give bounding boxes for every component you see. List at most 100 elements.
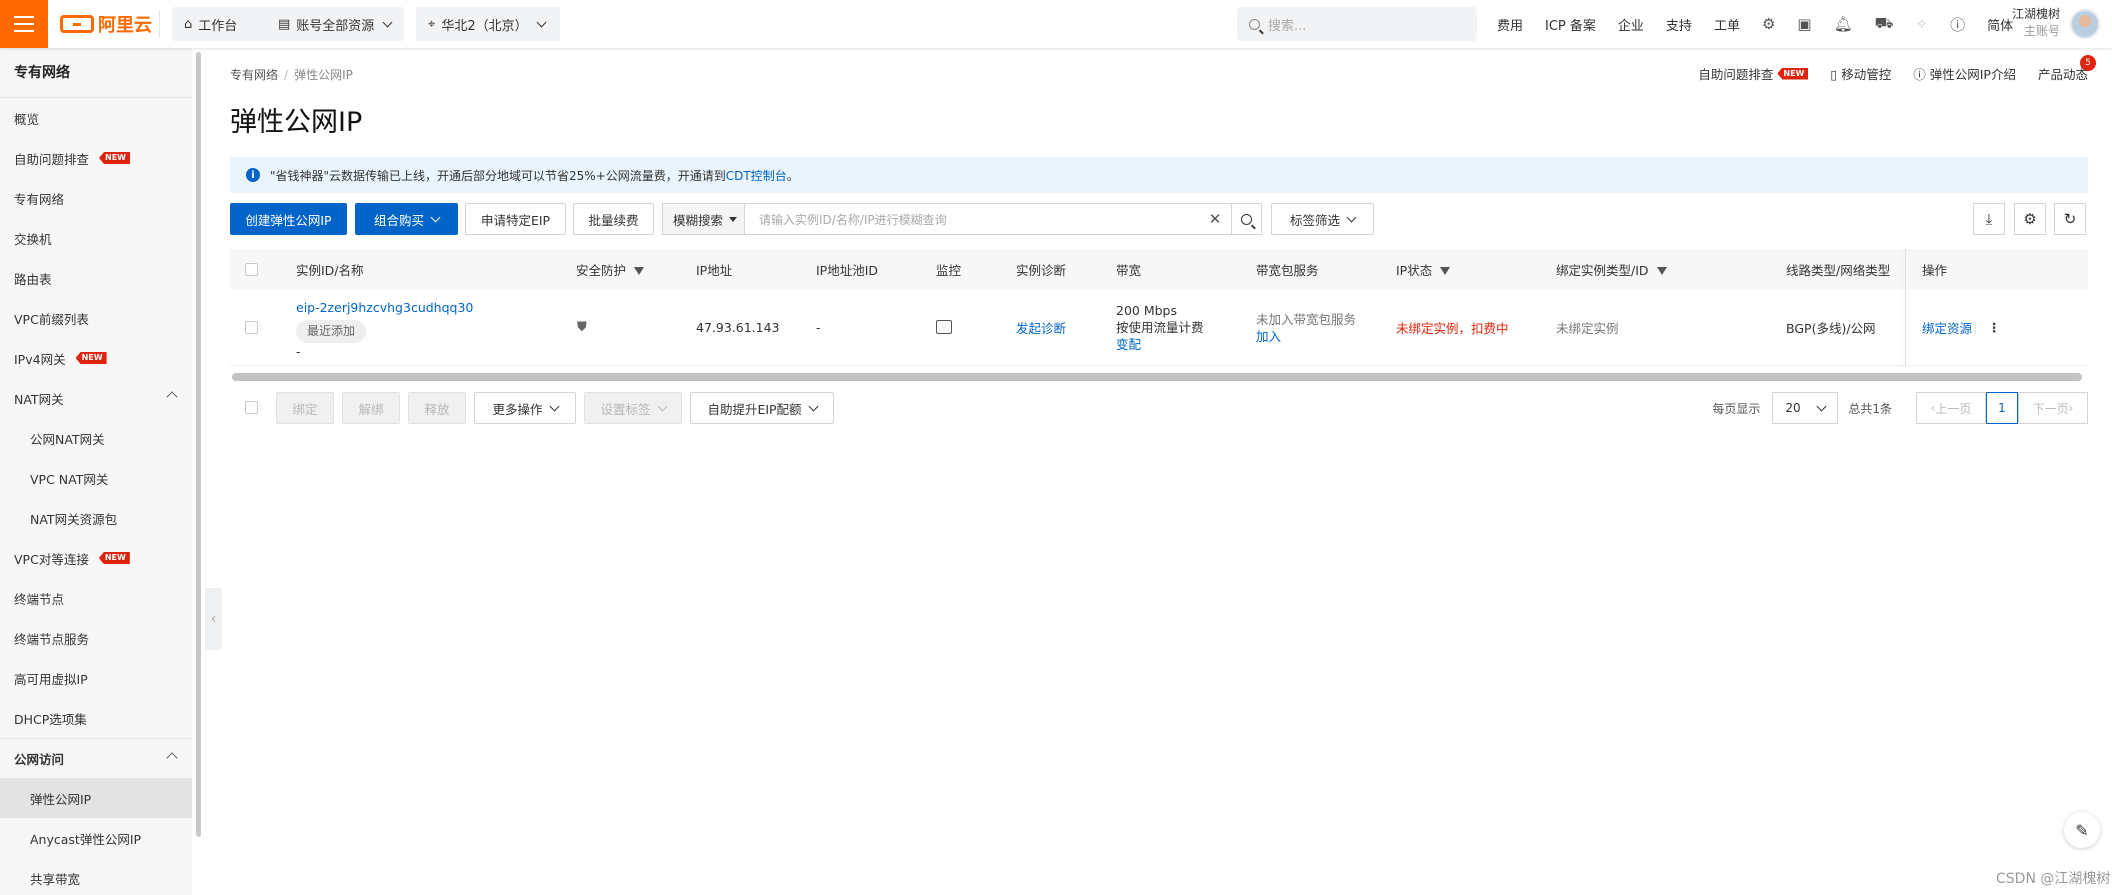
page-1-button[interactable]: 1 xyxy=(1986,392,2018,424)
product-news-link[interactable]: 产品动态 5 xyxy=(2038,55,2096,83)
filter-icon[interactable] xyxy=(1440,267,1451,275)
col-security[interactable]: 安全防护 xyxy=(576,260,645,279)
cart-icon[interactable]: ⛟ xyxy=(1875,14,1894,34)
filter-icon[interactable] xyxy=(634,267,645,275)
sidebar-item-label: 弹性公网IP xyxy=(30,791,92,807)
bind-button[interactable]: 绑定 xyxy=(276,392,334,424)
footer-select-all-checkbox[interactable] xyxy=(245,401,258,414)
col-instance-id: 实例ID/名称 xyxy=(296,262,364,278)
user-menu[interactable]: 江湖槐树 主账号 xyxy=(2012,6,2060,40)
sidebar-item-vpc[interactable]: 专有网络 xyxy=(0,178,192,218)
sidebar-item-nat-gateway[interactable]: NAT网关 xyxy=(0,378,192,418)
more-operations-button[interactable]: 更多操作 xyxy=(474,392,576,424)
instance-search-input[interactable]: 请输入实例ID/名称/IP进行模糊查询 xyxy=(745,211,1199,228)
table-horizontal-scrollbar[interactable] xyxy=(232,373,2082,381)
sidebar-item-nat-package[interactable]: NAT网关资源包 xyxy=(0,498,192,538)
search-button[interactable] xyxy=(1231,204,1261,234)
col-ip-status-label: IP状态 xyxy=(1396,262,1433,278)
page-size-select[interactable]: 20 xyxy=(1772,392,1839,424)
change-spec-link[interactable]: 变配 xyxy=(1116,336,1204,353)
link-support[interactable]: 支持 xyxy=(1666,15,1692,34)
sidebar-title: 专有网络 xyxy=(0,48,192,98)
cdt-console-link[interactable]: CDT控制台 xyxy=(726,169,787,183)
clear-icon[interactable]: ✕ xyxy=(1199,210,1231,228)
shield-icon[interactable]: ⛊ xyxy=(577,320,587,335)
sidebar-item-vswitch[interactable]: 交换机 xyxy=(0,218,192,258)
sidebar-item-label: 高可用虚拟IP xyxy=(14,671,88,687)
bind-resource-link[interactable]: 绑定资源 xyxy=(1922,318,1972,337)
sidebar-item-label: Anycast弹性公网IP xyxy=(30,831,142,847)
code-icon[interactable]: ⚙ xyxy=(1762,15,1775,33)
sidebar-item-vpc-peering[interactable]: VPC对等连接 NEW xyxy=(0,538,192,578)
unbind-button[interactable]: 解绑 xyxy=(342,392,400,424)
sidebar-item-dhcp[interactable]: DHCP选项集 xyxy=(0,698,192,738)
sidebar-group-public-access[interactable]: 公网访问 xyxy=(0,738,192,778)
link-enterprise[interactable]: 企业 xyxy=(1618,15,1644,34)
link-billing[interactable]: 费用 xyxy=(1497,15,1523,34)
diagnose-link[interactable]: 发起诊断 xyxy=(1016,318,1066,337)
filter-icon[interactable] xyxy=(1656,267,1667,275)
search-mode-select[interactable]: 模糊搜索 xyxy=(663,204,745,234)
mobile-control-link[interactable]: ▯ 移动管控 xyxy=(1830,64,1891,83)
next-page-button[interactable]: 下一页 › xyxy=(2018,392,2088,424)
sidebar-item-overview[interactable]: 概览 xyxy=(0,98,192,138)
sidebar-item-havip[interactable]: 高可用虚拟IP xyxy=(0,658,192,698)
sidebar-scrollbar[interactable] xyxy=(196,52,201,837)
sidebar-item-troubleshoot[interactable]: 自助问题排查 NEW xyxy=(0,138,192,178)
eip-intro-link[interactable]: ⓘ 弹性公网IP介绍 xyxy=(1913,64,2016,83)
row-checkbox[interactable] xyxy=(245,320,258,334)
help-icon[interactable]: ⓘ xyxy=(1950,14,1965,35)
sidebar-item-endpoint[interactable]: 终端节点 xyxy=(0,578,192,618)
sidebar-item-eip[interactable]: 弹性公网IP xyxy=(0,778,192,818)
sidebar-item-shared-bandwidth[interactable]: 共享带宽 xyxy=(0,858,192,895)
lightbulb-icon[interactable]: ✧ xyxy=(1916,15,1929,33)
notice-body: "省钱神器"云数据传输已上线，开通后部分地域可以节省25%+公网流量费，开通请到 xyxy=(270,168,726,183)
feedback-edit-icon[interactable]: ✎ xyxy=(2064,812,2100,848)
create-eip-button[interactable]: 创建弹性公网IP xyxy=(230,203,347,235)
global-search-input[interactable]: 搜索... xyxy=(1237,7,1477,41)
resource-scope-dropdown[interactable]: ▤ 账号全部资源 xyxy=(266,7,404,41)
col-ip-status[interactable]: IP状态 xyxy=(1396,260,1451,279)
workbench-button[interactable]: ⌂ 工作台 xyxy=(172,7,268,41)
refresh-icon[interactable]: ↻ xyxy=(2054,203,2086,235)
sidebar-item-public-nat[interactable]: 公网NAT网关 xyxy=(0,418,192,458)
combo-purchase-button[interactable]: 组合购买 xyxy=(355,203,458,235)
release-button[interactable]: 释放 xyxy=(408,392,466,424)
tag-filter-button[interactable]: 标签筛选 xyxy=(1271,203,1374,235)
avatar[interactable] xyxy=(2070,9,2100,39)
apply-specific-eip-button[interactable]: 申请特定EIP xyxy=(465,203,566,235)
troubleshoot-link[interactable]: 自助问题排查 NEW xyxy=(1698,64,1809,83)
sidebar-item-endpoint-service[interactable]: 终端节点服务 xyxy=(0,618,192,658)
download-icon[interactable]: ⤓ xyxy=(1973,203,2005,235)
join-package-link[interactable]: 加入 xyxy=(1256,328,1356,345)
sidebar-item-vpc-nat[interactable]: VPC NAT网关 xyxy=(0,458,192,498)
set-tags-button[interactable]: 设置标签 xyxy=(584,392,682,424)
menu-icon[interactable] xyxy=(0,0,48,48)
col-bind-instance[interactable]: 绑定实例类型/ID xyxy=(1556,260,1667,279)
sidebar-item-ipv4-gateway[interactable]: IPv4网关 NEW xyxy=(0,338,192,378)
sidebar-item-route-table[interactable]: 路由表 xyxy=(0,258,192,298)
breadcrumb-vpc[interactable]: 专有网络 xyxy=(230,68,278,82)
settings-icon[interactable]: ⚙ xyxy=(2014,203,2046,235)
link-ticket[interactable]: 工单 xyxy=(1714,15,1740,34)
terminal-icon[interactable]: ▣ xyxy=(1797,15,1811,33)
aliyun-logo[interactable]: 阿里云 xyxy=(60,11,152,37)
region-dropdown[interactable]: ⌖ 华北2（北京） xyxy=(416,7,560,41)
prev-page-button[interactable]: ‹ 上一页 xyxy=(1916,392,1986,424)
sidebar-item-prefix-list[interactable]: VPC前缀列表 xyxy=(0,298,192,338)
sidebar-item-label: NAT网关 xyxy=(14,391,64,407)
new-badge: NEW xyxy=(99,152,130,164)
sidebar-item-anycast-eip[interactable]: Anycast弹性公网IP xyxy=(0,818,192,858)
language-switch[interactable]: 简体 xyxy=(1987,15,2013,34)
raise-quota-button[interactable]: 自助提升EIP配额 xyxy=(690,392,834,424)
collapse-sidebar-button[interactable]: ‹ xyxy=(205,588,222,650)
bell-icon[interactable]: 🔔︎ xyxy=(1834,15,1853,33)
batch-renew-button[interactable]: 批量续费 xyxy=(573,203,654,235)
monitor-chart-icon[interactable] xyxy=(936,320,952,334)
chevron-down-icon xyxy=(1346,212,1357,222)
more-actions-icon[interactable]: ⋮ xyxy=(1988,320,2001,335)
select-all-checkbox[interactable] xyxy=(245,262,258,276)
instance-id-link[interactable]: eip-2zerj9hzcvhg3cudhqq30 xyxy=(296,299,473,316)
sidebar-item-label: VPC NAT网关 xyxy=(30,471,109,487)
link-icp[interactable]: ICP 备案 xyxy=(1545,15,1596,34)
